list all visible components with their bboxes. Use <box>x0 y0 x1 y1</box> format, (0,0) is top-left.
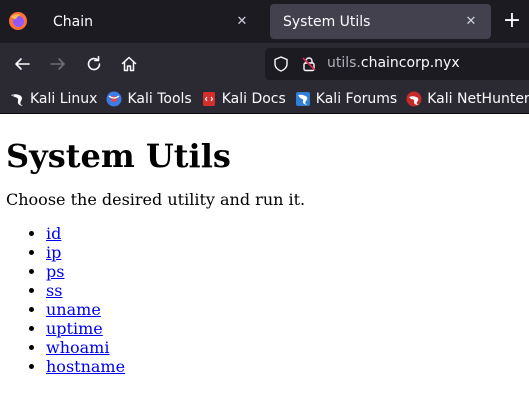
bookmark-label: Kali NetHunter <box>427 91 529 107</box>
home-button[interactable] <box>117 52 141 76</box>
bookmark-label: Kali Linux <box>30 91 98 107</box>
tab-strip: Chain ✕ System Utils ✕ + <box>0 0 529 43</box>
tab-system-utils[interactable]: System Utils ✕ <box>270 4 491 39</box>
bookmarks-toolbar: Kali Linux Kali Tools Kali Docs Kali For… <box>0 85 529 114</box>
nav-toolbar: utils.chaincorp.nyx <box>0 43 529 85</box>
list-item: ss <box>46 281 523 300</box>
bookmark-label: Kali Forums <box>315 91 398 107</box>
tracking-protection-shield-icon[interactable] <box>273 56 289 72</box>
url-subdomain: utils. <box>327 55 361 71</box>
forward-button[interactable] <box>46 52 70 76</box>
reload-icon <box>87 56 101 71</box>
reload-button[interactable] <box>82 52 106 76</box>
utility-link-uptime[interactable]: uptime <box>46 319 103 338</box>
kali-dragon-icon <box>11 94 23 106</box>
url-bar[interactable]: utils.chaincorp.nyx <box>265 48 529 80</box>
firefox-logo-icon[interactable] <box>8 11 28 31</box>
close-tab-icon[interactable]: ✕ <box>463 14 479 30</box>
kali-tools-icon <box>106 91 122 107</box>
list-item: hostname <box>46 357 523 376</box>
page-title: System Utils <box>6 137 231 175</box>
home-icon <box>121 56 137 72</box>
page-intro: Choose the desired utility and run it. <box>6 190 306 209</box>
kali-docs-icon <box>202 92 215 106</box>
tab-title: Chain <box>53 13 93 30</box>
tab-title: System Utils <box>283 13 371 30</box>
back-button[interactable] <box>10 52 34 76</box>
back-arrow-icon <box>15 58 30 70</box>
insecure-lock-icon[interactable] <box>301 56 317 72</box>
url-text[interactable]: utils.chaincorp.nyx <box>327 55 460 71</box>
utility-link-uname[interactable]: uname <box>46 300 101 319</box>
bookmark-label: Kali Tools <box>127 91 192 107</box>
bookmark-kali-tools[interactable]: Kali Tools <box>106 91 192 107</box>
list-item: id <box>46 224 523 243</box>
bookmark-label: Kali Docs <box>221 91 286 107</box>
bookmark-kali-forums[interactable]: Kali Forums <box>295 91 397 107</box>
close-tab-icon[interactable]: ✕ <box>234 14 250 30</box>
utility-link-ss[interactable]: ss <box>46 281 62 300</box>
list-item: uname <box>46 300 523 319</box>
url-domain: chaincorp.nyx <box>360 55 460 71</box>
new-tab-button[interactable]: + <box>501 10 523 33</box>
page-content: System Utils Choose the desired utility … <box>0 136 529 376</box>
utility-link-ip[interactable]: ip <box>46 243 61 262</box>
kali-forums-icon <box>295 92 310 106</box>
kali-nethunter-icon <box>406 91 422 107</box>
utility-link-ps[interactable]: ps <box>46 262 64 281</box>
utility-link-whoami[interactable]: whoami <box>46 338 109 357</box>
bookmark-kali-docs[interactable]: Kali Docs <box>201 91 286 107</box>
bookmark-kali-nethunter[interactable]: Kali NetHunter <box>406 91 529 107</box>
list-item: ps <box>46 262 523 281</box>
utility-link-hostname[interactable]: hostname <box>46 357 125 376</box>
utility-link-id[interactable]: id <box>46 224 61 243</box>
bookmark-kali-linux[interactable]: Kali Linux <box>9 91 97 107</box>
list-item: whoami <box>46 338 523 357</box>
tab-chain[interactable]: Chain ✕ <box>40 4 262 39</box>
forward-arrow-icon <box>50 58 65 70</box>
list-item: ip <box>46 243 523 262</box>
utility-list: id ip ps ss uname uptime whoami hostname <box>6 224 523 376</box>
list-item: uptime <box>46 319 523 338</box>
